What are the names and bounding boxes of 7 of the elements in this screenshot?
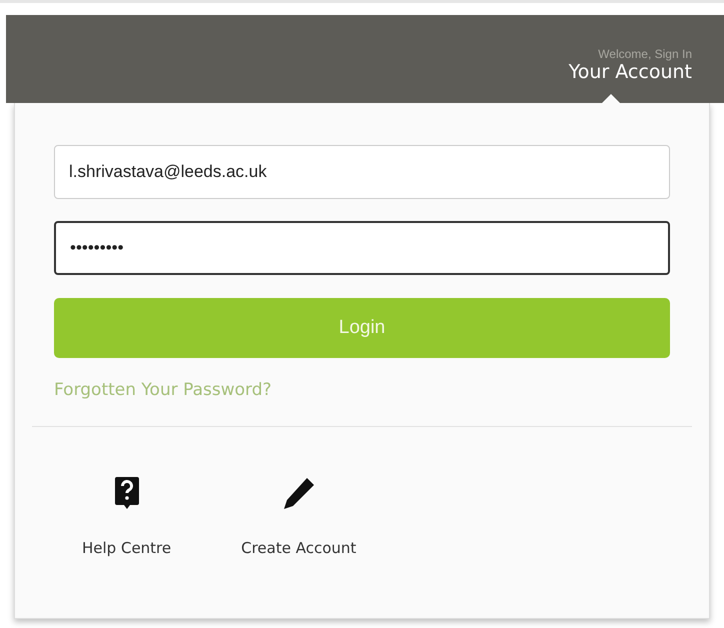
email-field[interactable]: l.shrivastava@leeds.ac.uk — [54, 145, 670, 199]
password-field[interactable]: ••••••••• — [54, 221, 670, 275]
help-icon — [114, 475, 140, 511]
account-action-link[interactable]: Help Centre — [82, 475, 172, 557]
account-title[interactable]: Your Account — [568, 61, 692, 83]
greeting-text: Welcome, Sign In — [598, 47, 692, 61]
account-action-link[interactable]: Create Account — [241, 475, 356, 557]
